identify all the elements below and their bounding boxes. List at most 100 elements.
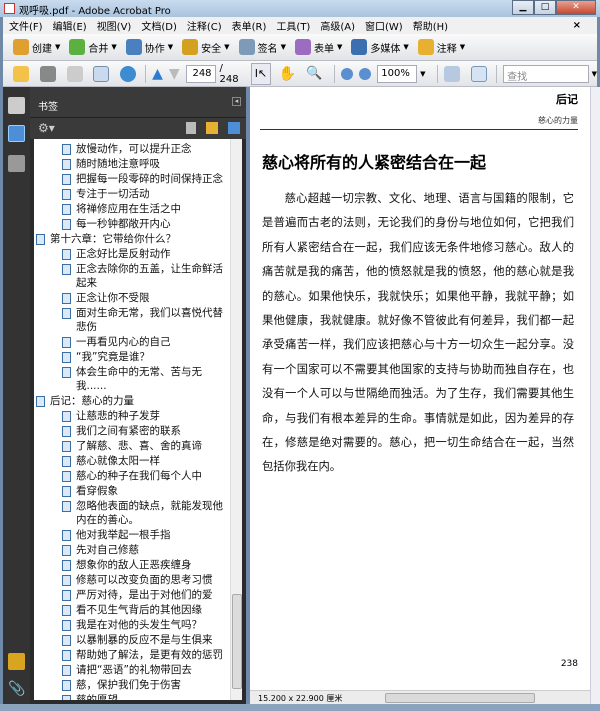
toolbar-button[interactable]: 多媒体 ▼ (351, 39, 409, 55)
menu-item[interactable]: 编辑(E) (53, 18, 87, 33)
email-icon[interactable] (93, 65, 110, 82)
dropdown-caret-icon: ▼ (403, 43, 409, 51)
bookmark-chapter[interactable]: −后记：慈心的力量 (34, 394, 242, 408)
zoom-dropdown-icon[interactable]: ▼ (420, 70, 425, 78)
options-gear-icon[interactable]: ⚙▾ (38, 121, 55, 135)
bookmark-item[interactable]: 慈心的种子在我们每个人中 (34, 469, 242, 483)
menu-item[interactable]: 帮助(H) (413, 18, 448, 33)
menu-item[interactable]: 高级(A) (320, 18, 355, 33)
bookmark-item[interactable]: 专注于一切活动 (34, 187, 242, 201)
previous-page-icon[interactable]: ▲ (152, 66, 163, 82)
collapse-panel-button[interactable]: ◂ (232, 97, 241, 106)
dropdown-caret-icon: ▼ (336, 43, 343, 51)
bookmark-item[interactable]: 面对生命无常，我们以喜悦代替悲伤 (34, 306, 242, 334)
find-input[interactable]: 查找 (503, 64, 589, 83)
bookmark-label: 第十六章：它带给你什么？ (50, 233, 176, 245)
bookmark-item[interactable]: 慈心就像太阳一样 (34, 454, 242, 468)
toolbar-button[interactable]: 创建 ▼ (13, 39, 60, 55)
bookmark-item[interactable]: 随时随地注意呼吸 (34, 157, 242, 171)
bookmark-label: 慈的愿望...... (76, 694, 139, 700)
document-scrollbar[interactable] (590, 87, 600, 704)
bookmark-label: 慈心就像太阳一样 (76, 455, 160, 467)
toolbar-button[interactable]: 签名 ▼ (238, 39, 286, 55)
close-document-button[interactable]: × (573, 20, 581, 31)
bookmark-item[interactable]: 想象你的敌人正恶疾缠身 (34, 558, 242, 572)
bookmarks-icon[interactable] (8, 125, 25, 142)
bookmark-item[interactable]: 我是在对他的头发生气吗？ (34, 618, 242, 632)
section-heading: 慈心将所有的人紧密结合在一起 (262, 153, 487, 172)
next-page-icon[interactable]: ▼ (169, 66, 180, 82)
expand-bookmark-icon[interactable] (228, 122, 240, 134)
bookmark-item[interactable]: 以暴制暴的反应不是与生俱来 (34, 633, 242, 647)
bookmark-item[interactable]: 先对自己修慈 (34, 543, 242, 557)
bookmark-item[interactable]: 一再看见内心的自己 (34, 335, 242, 349)
comments-icon[interactable] (8, 653, 25, 670)
horizontal-scrollbar[interactable] (385, 693, 535, 703)
bookmark-item[interactable]: 慈的愿望...... (34, 693, 242, 700)
bookmark-scrollbar[interactable] (230, 139, 242, 700)
menu-item[interactable]: 表单(R) (232, 18, 267, 33)
bookmark-item[interactable]: 看穿假象 (34, 484, 242, 498)
page-number-input[interactable]: 248 (185, 64, 216, 83)
bookmark-item[interactable]: 看不见生气背后的其他因缘 (34, 603, 242, 617)
select-tool-icon[interactable]: I↖ (251, 62, 271, 85)
find-dropdown-icon[interactable]: ▼ (592, 70, 597, 78)
bookmark-item[interactable]: 帮助她了解法，是更有效的惩罚 (34, 648, 242, 662)
bookmark-item[interactable]: 修慈可以改变负面的思考习惯 (34, 573, 242, 587)
new-bookmark-icon[interactable] (206, 122, 218, 134)
pages-icon[interactable] (8, 97, 25, 114)
menu-item[interactable]: 工具(T) (276, 18, 310, 33)
bookmark-item[interactable]: 将禅修应用在生活之中 (34, 202, 242, 216)
bookmark-item[interactable]: 慈，保护我们免于伤害 (34, 678, 242, 692)
attachments-icon[interactable]: 📎 (8, 681, 25, 698)
minimize-button[interactable]: ▁ (512, 0, 534, 15)
bookmark-icon (62, 545, 71, 556)
fit-width-icon[interactable] (444, 65, 461, 82)
toolbar-button[interactable]: 表单 ▼ (294, 39, 343, 55)
print-icon[interactable] (39, 65, 56, 82)
marquee-zoom-icon[interactable]: 🔍 (306, 66, 322, 81)
zoom-input[interactable]: 100% (377, 64, 418, 83)
zoom-out-icon[interactable] (341, 67, 354, 80)
web-upload-icon[interactable] (120, 65, 137, 82)
menu-item[interactable]: 注释(C) (187, 18, 222, 33)
toolbar-button[interactable]: 注释 ▼ (417, 39, 465, 55)
bookmark-item[interactable]: 每一秒钟都敞开内心 (34, 217, 242, 231)
bookmark-item[interactable]: “我”究竟是谁？ (34, 350, 242, 364)
toolbar-button[interactable]: 协作 ▼ (125, 39, 173, 55)
bookmark-item[interactable]: 了解慈、悲、喜、舍的真谛 (34, 439, 242, 453)
close-button[interactable]: ✕ (556, 0, 596, 15)
fit-page-icon[interactable] (471, 65, 488, 82)
running-head: 后记 (556, 93, 578, 106)
menu-item[interactable]: 窗口(W) (365, 18, 403, 33)
hand-tool-icon[interactable]: ✋ (279, 66, 296, 82)
bookmark-item[interactable]: 严厉对待，是出于对他们的爱 (34, 588, 242, 602)
signatures-icon[interactable] (8, 155, 25, 172)
delete-bookmark-icon[interactable] (186, 122, 196, 134)
bookmark-item[interactable]: 正念去除你的五盖，让生命鲜活起来 (34, 262, 242, 290)
menu-item[interactable]: 文档(D) (141, 18, 177, 33)
bookmark-label: 慈，保护我们免于伤害 (76, 679, 181, 691)
save-icon[interactable] (66, 65, 83, 82)
maximize-button[interactable]: □ (534, 0, 556, 15)
bookmark-item[interactable]: 我们之间有紧密的联系 (34, 424, 242, 438)
bookmark-chapter[interactable]: −第十六章：它带给你什么？ (34, 232, 242, 246)
title-bar: 观呼吸.pdf - Adobe Acrobat Pro ▁ □ ✕ (0, 0, 600, 17)
navigation-toolbar: ▲ ▼ 248 / 248 I↖ ✋ 🔍 100% ▼ 查找 ▼ (3, 61, 597, 87)
toolbar-button[interactable]: 合并 ▼ (69, 39, 117, 55)
menu-item[interactable]: 文件(F) (9, 18, 43, 33)
bookmark-item[interactable]: 正念好比是反射动作 (34, 247, 242, 261)
bookmark-item[interactable]: 体会生命中的无常、苦与无我...... (34, 365, 242, 393)
bookmark-item[interactable]: 正念让你不受限 (34, 291, 242, 305)
bookmark-item[interactable]: 放慢动作，可以提升正念 (34, 142, 242, 156)
menu-item[interactable]: 视图(V) (97, 18, 132, 33)
bookmark-label: 把握每一段零碎的时间保持正念 (76, 173, 223, 185)
bookmark-item[interactable]: 忽略他表面的缺点，就能发现他内在的善心。 (34, 499, 242, 527)
open-folder-icon[interactable] (13, 65, 29, 82)
toolbar-button[interactable]: 安全 ▼ (182, 39, 230, 55)
bookmark-item[interactable]: 请把“恶语”的礼物带回去 (34, 663, 242, 677)
bookmark-item[interactable]: 他对我举起一根手指 (34, 528, 242, 542)
bookmark-item[interactable]: 把握每一段零碎的时间保持正念 (34, 172, 242, 186)
zoom-in-icon[interactable] (359, 67, 372, 80)
bookmark-item[interactable]: 让慈悲的种子发芽 (34, 409, 242, 423)
